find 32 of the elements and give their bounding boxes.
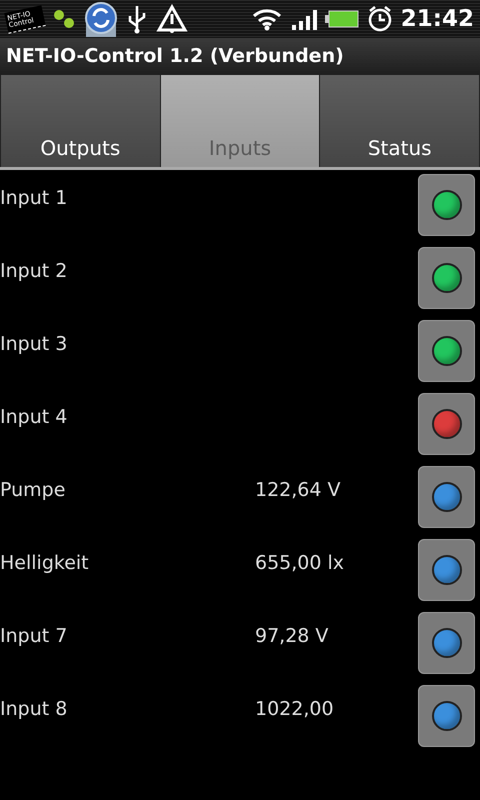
- sync-icon: [84, 1, 118, 37]
- led-button[interactable]: [418, 612, 475, 674]
- input-name: Input 3: [0, 332, 68, 357]
- led-button[interactable]: [418, 320, 475, 382]
- led-button[interactable]: [418, 466, 475, 528]
- wifi-icon: [250, 7, 283, 31]
- clock-time: 21:42: [400, 4, 474, 34]
- led-button[interactable]: [418, 685, 475, 747]
- input-name: Input 8: [0, 697, 68, 722]
- link-icon: [52, 7, 76, 31]
- input-value: 1022,00: [255, 697, 335, 722]
- warning-icon: [156, 4, 188, 34]
- input-name: Input 2: [0, 259, 68, 284]
- led-button[interactable]: [418, 393, 475, 455]
- input-name: Input 4: [0, 405, 68, 430]
- led-button[interactable]: [418, 539, 475, 601]
- input-name: Pumpe: [0, 478, 66, 503]
- input-name: Input 7: [0, 624, 68, 649]
- tab[interactable]: Status: [319, 75, 480, 167]
- led-button[interactable]: [418, 174, 475, 236]
- window-title: NET-IO-Control 1.2 (Verbunden): [6, 44, 344, 70]
- input-value: 655,00 lx: [255, 551, 346, 576]
- input-value: 122,64 V: [255, 478, 342, 503]
- alarm-clock-icon: [366, 5, 393, 33]
- input-name: Input 1: [0, 186, 68, 211]
- signal-icon: [290, 8, 317, 30]
- input-name: Helligkeit: [0, 551, 90, 576]
- battery-icon: [324, 10, 359, 28]
- led-button[interactable]: [418, 247, 475, 309]
- tab[interactable]: Outputs: [0, 75, 161, 167]
- input-value: 97,28 V: [255, 624, 330, 649]
- usb-icon: [126, 4, 148, 34]
